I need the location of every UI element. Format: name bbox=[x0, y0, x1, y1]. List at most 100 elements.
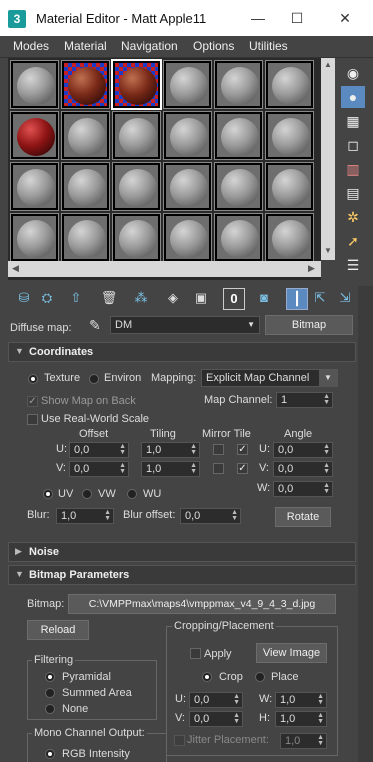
crop-w-field[interactable]: 1,0 ▲ ▼ bbox=[275, 692, 327, 708]
view-image-button[interactable]: View Image bbox=[256, 643, 327, 663]
show-end-result-icon[interactable]: ┃ bbox=[286, 288, 308, 310]
material-sample-slot[interactable] bbox=[112, 213, 161, 262]
put-to-scene-icon[interactable]: ⛭ bbox=[37, 288, 57, 308]
wu-radio[interactable] bbox=[127, 489, 137, 499]
reload-button[interactable]: Reload bbox=[27, 620, 89, 640]
material-sample-slot[interactable] bbox=[10, 213, 59, 262]
material-map-navigator-icon[interactable]: ☰ bbox=[341, 254, 365, 276]
reset-map-icon[interactable]: 🗑 bbox=[99, 288, 119, 308]
menu-material[interactable]: Material bbox=[64, 39, 107, 53]
v-mirror-checkbox[interactable] bbox=[213, 463, 224, 474]
u-tile-checkbox[interactable]: ✓ bbox=[237, 444, 248, 455]
map-type-button[interactable]: Bitmap bbox=[265, 315, 353, 335]
show-map-on-back-checkbox[interactable]: ✓ bbox=[27, 396, 38, 407]
make-preview-icon[interactable]: ▤ bbox=[341, 182, 365, 204]
menu-modes[interactable]: Modes bbox=[13, 39, 49, 53]
material-sample-slot[interactable] bbox=[10, 162, 59, 211]
scroll-up-icon[interactable]: ▲ bbox=[324, 60, 332, 69]
bitmap-path-button[interactable]: C:\VMPPmax\maps4\vmppmax_v4_9_4_3_d.jpg bbox=[68, 594, 336, 614]
v-offset-field[interactable]: 0,0 ▲ ▼ bbox=[69, 461, 129, 477]
material-sample-slot[interactable] bbox=[61, 111, 110, 160]
environ-radio[interactable] bbox=[89, 374, 99, 384]
chevron-down-icon[interactable]: ▼ bbox=[247, 317, 255, 333]
material-sample-slot[interactable] bbox=[265, 162, 314, 211]
go-forward-sibling-icon[interactable]: ⇲ bbox=[335, 288, 355, 308]
map-channel-field[interactable]: 1 ▲ ▼ bbox=[276, 392, 333, 408]
map-name-field[interactable]: DM ▼ bbox=[110, 316, 260, 334]
background-icon[interactable]: ▦ bbox=[341, 110, 365, 132]
slots-vertical-scrollbar[interactable]: ▲ ▼ bbox=[321, 58, 335, 260]
u-mirror-checkbox[interactable] bbox=[213, 444, 224, 455]
material-id-icon[interactable]: ▣ bbox=[191, 288, 211, 308]
close-button[interactable]: ✕ bbox=[322, 0, 368, 36]
maximize-button[interactable]: ☐ bbox=[274, 0, 320, 36]
uv-radio[interactable] bbox=[43, 489, 53, 499]
get-material-icon[interactable]: ⛁ bbox=[14, 288, 34, 308]
vw-radio[interactable] bbox=[82, 489, 92, 499]
v-angle-field[interactable]: 0,0 ▲ ▼ bbox=[273, 461, 333, 477]
material-sample-slot[interactable] bbox=[61, 60, 110, 109]
material-id-channel-icon[interactable]: 0 bbox=[223, 288, 245, 310]
none-radio[interactable] bbox=[45, 704, 55, 714]
slots-horizontal-scrollbar[interactable]: ◀ ▶ bbox=[8, 261, 321, 277]
menu-navigation[interactable]: Navigation bbox=[121, 39, 178, 53]
panel-scroll-track[interactable] bbox=[358, 286, 373, 762]
material-sample-slot[interactable] bbox=[265, 60, 314, 109]
summed-area-radio[interactable] bbox=[45, 688, 55, 698]
v-tile-checkbox[interactable]: ✓ bbox=[237, 463, 248, 474]
make-unique-icon[interactable]: ⁂ bbox=[131, 288, 151, 308]
real-world-scale-checkbox[interactable] bbox=[27, 414, 38, 425]
material-sample-slot[interactable] bbox=[163, 60, 212, 109]
material-sample-slot[interactable] bbox=[10, 111, 59, 160]
material-sample-slot[interactable] bbox=[163, 162, 212, 211]
scroll-left-icon[interactable]: ◀ bbox=[12, 263, 19, 274]
mapping-dropdown[interactable]: Explicit Map Channel ▼ bbox=[201, 369, 338, 387]
pyramidal-radio[interactable] bbox=[45, 672, 55, 682]
material-sample-slot[interactable] bbox=[214, 111, 263, 160]
coordinates-rollout-header[interactable]: ▼ Coordinates bbox=[8, 342, 356, 362]
sample-uv-tiling-icon[interactable]: ◻ bbox=[341, 134, 365, 156]
material-sample-slot[interactable] bbox=[10, 60, 59, 109]
material-sample-slot[interactable] bbox=[265, 111, 314, 160]
menu-options[interactable]: Options bbox=[193, 39, 234, 53]
v-tiling-field[interactable]: 1,0 ▲ ▼ bbox=[141, 461, 200, 477]
blur-offset-field[interactable]: 0,0 ▲ ▼ bbox=[180, 508, 241, 524]
crop-h-field[interactable]: 1,0 ▲ ▼ bbox=[275, 711, 327, 727]
rgb-intensity-radio[interactable] bbox=[45, 749, 55, 759]
material-sample-slot[interactable] bbox=[111, 59, 162, 110]
chevron-down-icon[interactable]: ▼ bbox=[319, 370, 337, 386]
material-sample-slot[interactable] bbox=[112, 162, 161, 211]
material-sample-slot[interactable] bbox=[214, 162, 263, 211]
put-to-library-icon[interactable]: ◈ bbox=[163, 288, 183, 308]
material-sample-slot[interactable] bbox=[214, 213, 263, 262]
show-shaded-map-icon[interactable]: ◙ bbox=[254, 288, 274, 308]
options-icon[interactable]: ✲ bbox=[341, 206, 365, 228]
blur-field[interactable]: 1,0 ▲ ▼ bbox=[56, 508, 114, 524]
jitter-field[interactable]: 1,0 ▲ ▼ bbox=[280, 733, 327, 749]
material-sample-slot[interactable] bbox=[163, 111, 212, 160]
scroll-down-icon[interactable]: ▼ bbox=[324, 246, 332, 255]
crop-radio[interactable] bbox=[202, 672, 212, 682]
sample-type-icon[interactable]: ◉ bbox=[341, 62, 365, 84]
select-by-material-icon[interactable]: ➚ bbox=[341, 230, 365, 252]
backlight-icon[interactable]: ● bbox=[341, 86, 365, 108]
u-offset-field[interactable]: 0,0 ▲ ▼ bbox=[69, 442, 129, 458]
crop-v-field[interactable]: 0,0 ▲ ▼ bbox=[189, 711, 243, 727]
material-sample-slot[interactable] bbox=[214, 60, 263, 109]
material-sample-slot[interactable] bbox=[61, 162, 110, 211]
rotate-button[interactable]: Rotate bbox=[275, 507, 331, 527]
video-color-check-icon[interactable]: ▥ bbox=[341, 158, 365, 180]
go-to-parent-icon[interactable]: ⇱ bbox=[310, 288, 330, 308]
u-tiling-field[interactable]: 1,0 ▲ ▼ bbox=[141, 442, 200, 458]
texture-radio[interactable] bbox=[28, 374, 38, 384]
crop-u-field[interactable]: 0,0 ▲ ▼ bbox=[189, 692, 243, 708]
noise-rollout-header[interactable]: ▶ Noise bbox=[8, 542, 356, 562]
w-angle-field[interactable]: 0,0 ▲ ▼ bbox=[273, 481, 333, 497]
material-sample-slot[interactable] bbox=[61, 213, 110, 262]
material-sample-slot[interactable] bbox=[163, 213, 212, 262]
assign-to-selection-icon[interactable]: ⇧ bbox=[66, 288, 86, 308]
material-sample-slot[interactable] bbox=[112, 111, 161, 160]
scroll-right-icon[interactable]: ▶ bbox=[308, 263, 315, 274]
eyedropper-icon[interactable]: ✎ bbox=[89, 317, 101, 334]
place-radio[interactable] bbox=[255, 672, 265, 682]
